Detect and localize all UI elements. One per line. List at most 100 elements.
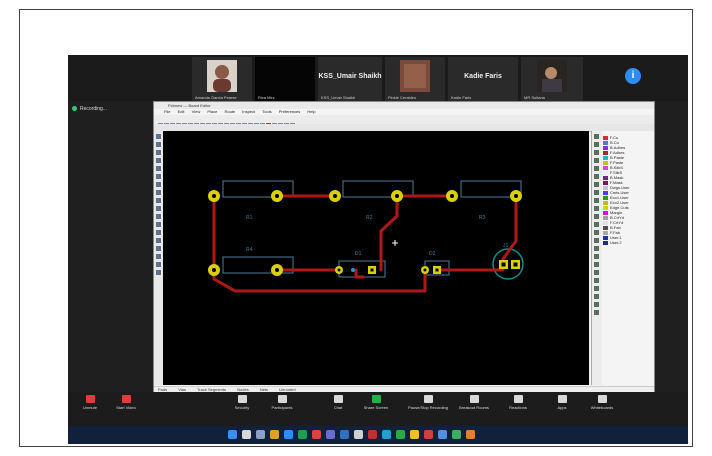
tool-icon[interactable] bbox=[156, 238, 161, 243]
app-icon[interactable] bbox=[326, 430, 335, 439]
tool-icon[interactable] bbox=[156, 214, 161, 219]
tool-icon[interactable] bbox=[594, 166, 599, 171]
participant-tile[interactable]: Pinkie Ceraldes bbox=[385, 57, 445, 101]
task-view-icon[interactable] bbox=[256, 430, 265, 439]
tool-icon[interactable] bbox=[594, 134, 599, 139]
tool-icon[interactable] bbox=[156, 166, 161, 171]
tool-icon[interactable] bbox=[594, 206, 599, 211]
app-icon[interactable] bbox=[368, 430, 377, 439]
whiteboards-button[interactable]: Whiteboards bbox=[584, 395, 620, 410]
tool-icon[interactable] bbox=[594, 174, 599, 179]
tool-icon[interactable] bbox=[594, 278, 599, 283]
file-explorer-icon[interactable] bbox=[270, 430, 279, 439]
tool-icon[interactable] bbox=[156, 182, 161, 187]
tool-icon[interactable] bbox=[594, 230, 599, 235]
pad[interactable] bbox=[433, 266, 441, 274]
pad[interactable] bbox=[510, 190, 522, 202]
tool-icon[interactable] bbox=[156, 142, 161, 147]
meeting-info-icon[interactable]: i bbox=[625, 68, 641, 84]
layer-row[interactable]: User.2 bbox=[603, 240, 652, 245]
app-icon[interactable] bbox=[340, 430, 349, 439]
tool-icon[interactable] bbox=[594, 238, 599, 243]
app-icon[interactable] bbox=[466, 430, 475, 439]
pad[interactable] bbox=[368, 266, 376, 274]
menu-help[interactable]: Help bbox=[307, 109, 315, 114]
recording-control-button[interactable]: Pause/Stop Recording bbox=[404, 395, 452, 410]
tool-icon[interactable] bbox=[156, 246, 161, 251]
tool-icon[interactable] bbox=[156, 198, 161, 203]
tool-icon[interactable] bbox=[594, 222, 599, 227]
pcb-canvas[interactable]: R1 R2 R3 R4 D1 D2 J1 bbox=[163, 131, 589, 385]
app-icon[interactable] bbox=[396, 430, 405, 439]
tool-icon[interactable] bbox=[156, 230, 161, 235]
tool-icon[interactable] bbox=[594, 182, 599, 187]
reactions-button[interactable]: Reactions bbox=[500, 395, 536, 410]
pad[interactable] bbox=[329, 190, 341, 202]
tool-icon[interactable] bbox=[594, 270, 599, 275]
pad[interactable] bbox=[271, 190, 283, 202]
zoom-app-icon[interactable] bbox=[284, 430, 293, 439]
pad[interactable] bbox=[271, 264, 283, 276]
app-icon[interactable] bbox=[354, 430, 363, 439]
participant-tile[interactable]: MR Sultana bbox=[521, 57, 583, 101]
unmute-button[interactable]: Unmute bbox=[72, 395, 108, 410]
tool-icon[interactable] bbox=[156, 134, 161, 139]
security-button[interactable]: Security bbox=[224, 395, 260, 410]
tool-icon[interactable] bbox=[156, 150, 161, 155]
pad[interactable] bbox=[421, 266, 429, 274]
tool-icon[interactable] bbox=[594, 190, 599, 195]
pad[interactable] bbox=[391, 190, 403, 202]
pad[interactable] bbox=[335, 266, 343, 274]
share-screen-button[interactable]: Share Screen bbox=[358, 395, 394, 410]
tool-icon[interactable] bbox=[594, 150, 599, 155]
tool-icon[interactable] bbox=[594, 254, 599, 259]
chat-button[interactable]: Chat bbox=[320, 395, 356, 410]
participant-tile[interactable]: Kadie Faris Kadie Faris bbox=[448, 57, 518, 101]
app-icon[interactable] bbox=[298, 430, 307, 439]
app-icon[interactable] bbox=[312, 430, 321, 439]
tool-icon[interactable] bbox=[156, 174, 161, 179]
tool-icon[interactable] bbox=[156, 262, 161, 267]
app-icon[interactable] bbox=[452, 430, 461, 439]
tool-icon[interactable] bbox=[594, 294, 599, 299]
tool-icon[interactable] bbox=[594, 198, 599, 203]
menu-edit[interactable]: Edit bbox=[178, 109, 185, 114]
participant-tile[interactable]: Riza Mirz bbox=[255, 57, 315, 101]
tool-icon[interactable] bbox=[156, 206, 161, 211]
pad[interactable] bbox=[499, 260, 508, 269]
menu-place[interactable]: Place bbox=[207, 109, 217, 114]
participant-tile[interactable]: Amanda Garcia Pearse bbox=[192, 57, 252, 101]
menu-route[interactable]: Route bbox=[224, 109, 235, 114]
tool-icon[interactable] bbox=[156, 190, 161, 195]
start-icon[interactable] bbox=[228, 430, 237, 439]
breakout-rooms-button[interactable]: Breakout Rooms bbox=[456, 395, 492, 410]
tool-icon[interactable] bbox=[594, 302, 599, 307]
tool-icon[interactable] bbox=[594, 246, 599, 251]
tool-icon[interactable] bbox=[156, 222, 161, 227]
menu-file[interactable]: File bbox=[164, 109, 170, 114]
pad[interactable] bbox=[446, 190, 458, 202]
tool-icon[interactable] bbox=[594, 262, 599, 267]
pad[interactable] bbox=[208, 264, 220, 276]
menu-preferences[interactable]: Preferences bbox=[279, 109, 301, 114]
tool-icon[interactable] bbox=[156, 270, 161, 275]
menu-tools[interactable]: Tools bbox=[262, 109, 271, 114]
tool-icon[interactable] bbox=[594, 158, 599, 163]
tool-icon[interactable] bbox=[156, 254, 161, 259]
pad[interactable] bbox=[511, 260, 520, 269]
participant-tile[interactable]: KSS_Umair Shaikh KSS_Umair Shaikh bbox=[318, 57, 382, 101]
tool-icon[interactable] bbox=[594, 310, 599, 315]
participants-button[interactable]: Participants bbox=[264, 395, 300, 410]
app-icon[interactable] bbox=[424, 430, 433, 439]
app-icon[interactable] bbox=[382, 430, 391, 439]
app-icon[interactable] bbox=[438, 430, 447, 439]
tool-icon[interactable] bbox=[594, 214, 599, 219]
tool-icon[interactable] bbox=[594, 286, 599, 291]
app-icon[interactable] bbox=[410, 430, 419, 439]
pad[interactable] bbox=[208, 190, 220, 202]
start-video-button[interactable]: Start Video bbox=[108, 395, 144, 410]
menu-inspect[interactable]: Inspect bbox=[242, 109, 255, 114]
layer-color-swatch[interactable] bbox=[603, 240, 608, 245]
recording-indicator[interactable]: Recording... bbox=[72, 106, 152, 116]
apps-button[interactable]: Apps bbox=[544, 395, 580, 410]
